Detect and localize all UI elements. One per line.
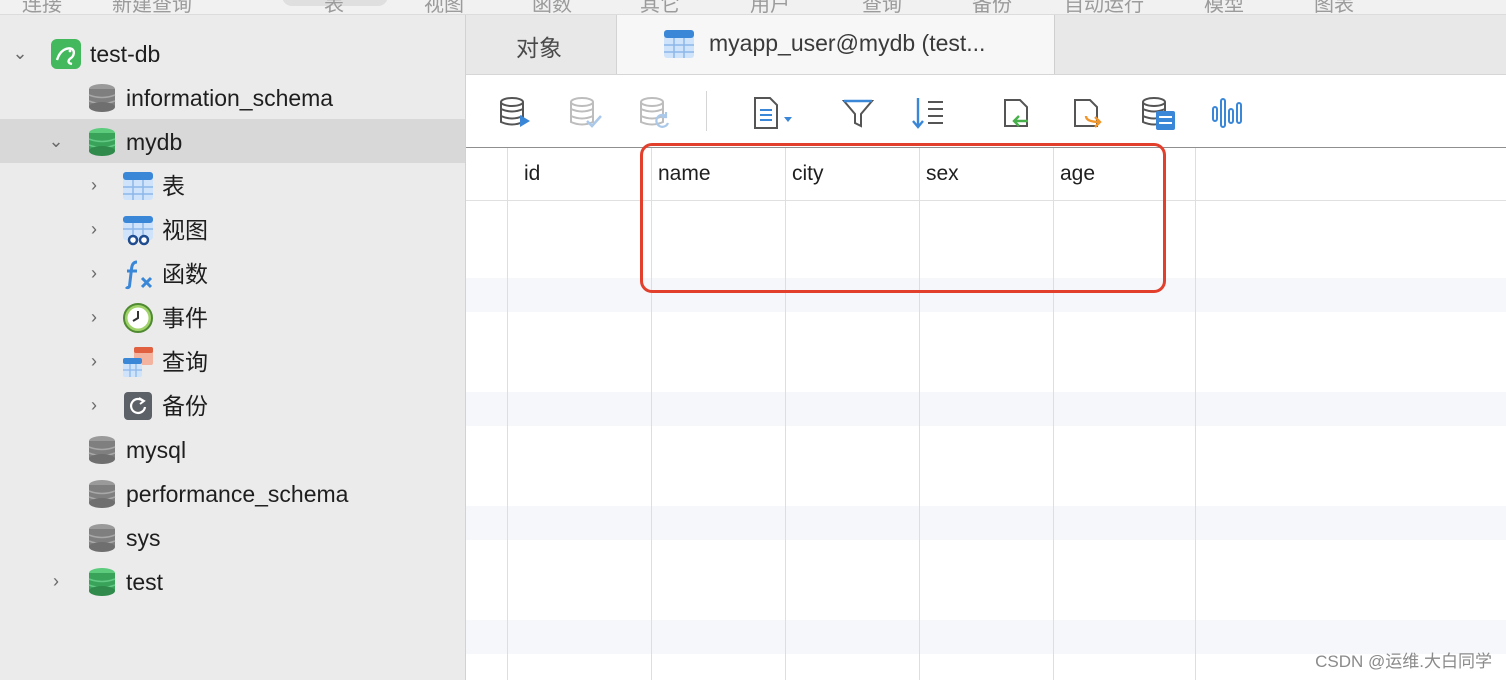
database-icon	[88, 480, 116, 508]
menu-functions[interactable]: 函数	[532, 0, 572, 14]
row-stripe	[466, 506, 1506, 540]
sidebar-item-information-schema[interactable]: information_schema	[0, 75, 465, 119]
sidebar-item-label: 视图	[162, 217, 208, 243]
export-icon[interactable]	[1070, 95, 1106, 131]
sidebar-item-backups[interactable]: › 备份	[0, 383, 465, 427]
sidebar-item-events[interactable]: › 事件	[0, 295, 465, 339]
menu-users[interactable]: 用户	[750, 0, 790, 14]
chevron-down-icon[interactable]: ⌄	[46, 129, 66, 153]
chevron-right-icon[interactable]: ›	[84, 217, 104, 241]
tab-objects[interactable]: 对象	[466, 15, 617, 74]
sidebar-item-performance-schema[interactable]: performance_schema	[0, 471, 465, 515]
sidebar-item-mysql[interactable]: mysql	[0, 427, 465, 471]
sidebar-item-label: 备份	[162, 393, 208, 419]
sidebar-item-queries[interactable]: › 查询	[0, 339, 465, 383]
view-icon	[123, 216, 153, 246]
sidebar-item-test-db[interactable]: ⌄ test-db	[0, 31, 465, 75]
chart-icon[interactable]	[1210, 95, 1246, 131]
chevron-right-icon[interactable]: ›	[84, 393, 104, 417]
chevron-right-icon[interactable]: ›	[84, 261, 104, 285]
sidebar-item-sys[interactable]: sys	[0, 515, 465, 559]
database-icon	[88, 436, 116, 464]
menu-views[interactable]: 视图	[424, 0, 464, 14]
sidebar-item-views[interactable]: › 视图	[0, 207, 465, 251]
chevron-right-icon[interactable]: ›	[84, 349, 104, 373]
mysql-connection-icon	[51, 39, 81, 69]
sidebar-item-functions[interactable]: › 函数	[0, 251, 465, 295]
backup-icon	[124, 392, 152, 420]
query-icon	[123, 347, 153, 377]
sidebar-item-test[interactable]: › test	[0, 559, 465, 603]
rollback-icon[interactable]	[638, 95, 674, 131]
begin-transaction-icon[interactable]	[498, 95, 534, 131]
tab-label: 对象	[516, 35, 562, 61]
import-icon[interactable]	[1000, 95, 1036, 131]
navigation-sidebar: ⌄ test-db information_schema ⌄ mydb › 表 …	[0, 15, 466, 680]
sidebar-item-label: performance_schema	[126, 481, 349, 507]
column-header-id[interactable]: id	[524, 148, 540, 200]
chevron-right-icon[interactable]: ›	[84, 173, 104, 197]
sidebar-item-label: mydb	[126, 129, 183, 155]
text-view-icon[interactable]	[750, 95, 798, 131]
sidebar-item-label: test-db	[90, 41, 161, 67]
database-icon	[88, 568, 116, 596]
menu-tables[interactable]: 表	[324, 0, 344, 14]
tab-table-myapp-user[interactable]: myapp_user@mydb (test...	[617, 15, 1055, 74]
table-icon	[664, 30, 694, 58]
sidebar-item-label: 函数	[162, 261, 208, 287]
menu-query[interactable]: 查询	[862, 0, 902, 14]
column-divider[interactable]	[507, 148, 508, 680]
tab-label: myapp_user@mydb (test...	[709, 30, 986, 56]
database-icon	[88, 128, 116, 156]
sidebar-item-label: 表	[162, 173, 185, 199]
database-icon	[88, 84, 116, 112]
data-generator-icon[interactable]	[1140, 95, 1176, 131]
menu-automation[interactable]: 自动运行	[1064, 0, 1144, 14]
watermark: CSDN @运维.大白同学	[1315, 652, 1492, 671]
sidebar-item-label: 事件	[162, 305, 208, 331]
menu-new-query[interactable]: 新建查询	[112, 0, 192, 14]
row-stripe	[466, 392, 1506, 426]
clock-icon	[123, 303, 153, 333]
menu-other[interactable]: 其它	[640, 0, 680, 14]
sidebar-item-label: information_schema	[126, 85, 334, 111]
chevron-right-icon[interactable]: ›	[84, 305, 104, 329]
tab-bar: 对象 myapp_user@mydb (test...	[466, 15, 1506, 75]
sidebar-item-mydb[interactable]: ⌄ mydb	[0, 119, 465, 163]
top-menubar: 连接 新建查询 表 视图 函数 其它 用户 查询 备份 自动运行 模型 图表	[0, 0, 1506, 15]
commit-icon[interactable]	[568, 95, 604, 131]
menu-backup[interactable]: 备份	[972, 0, 1012, 14]
column-divider[interactable]	[1195, 148, 1196, 680]
sidebar-item-label: 查询	[162, 349, 208, 375]
sidebar-item-tables[interactable]: › 表	[0, 163, 465, 207]
sidebar-item-label: sys	[126, 525, 161, 551]
menu-connect[interactable]: 连接	[22, 0, 62, 14]
menu-model[interactable]: 模型	[1204, 0, 1244, 14]
chevron-down-icon[interactable]: ⌄	[10, 41, 30, 65]
table-toolbar	[466, 75, 1506, 148]
chevron-right-icon[interactable]: ›	[46, 569, 66, 593]
toolbar-separator	[706, 91, 707, 131]
menu-charts[interactable]: 图表	[1314, 0, 1354, 14]
highlight-box	[640, 143, 1166, 293]
function-icon	[124, 260, 153, 290]
database-icon	[88, 524, 116, 552]
table-icon	[123, 172, 153, 200]
sidebar-item-label: mysql	[126, 437, 187, 463]
sidebar-item-label: test	[126, 569, 164, 595]
sort-icon[interactable]	[910, 95, 946, 131]
filter-icon[interactable]	[840, 95, 876, 131]
